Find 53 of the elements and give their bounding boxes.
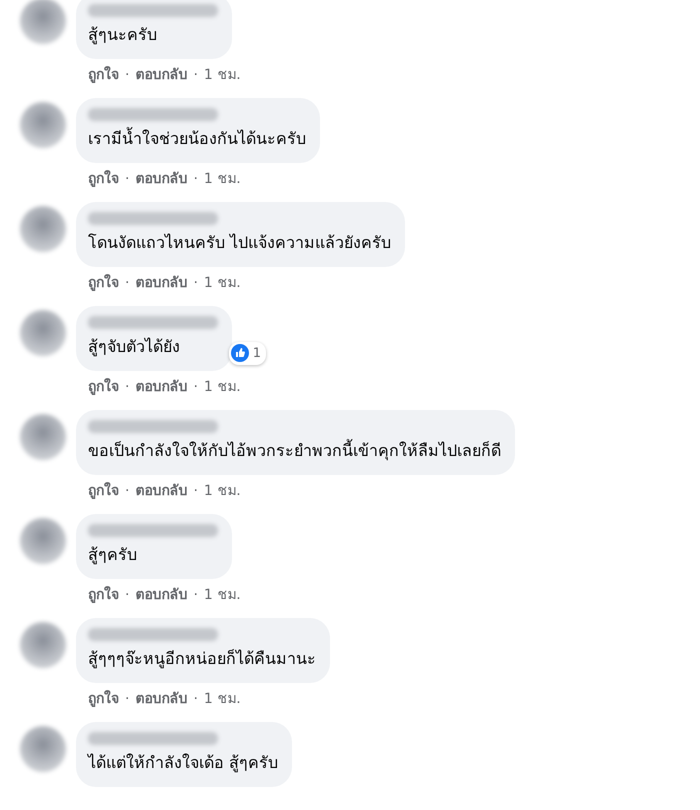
action-link[interactable]: ถูกใจ bbox=[88, 585, 119, 605]
avatar-placeholder[interactable] bbox=[20, 414, 66, 460]
separator-dot: · bbox=[124, 482, 130, 501]
separator-dot: · bbox=[124, 690, 130, 709]
timestamp: 1 ชม. bbox=[204, 274, 241, 293]
timestamp: 1 ชม. bbox=[204, 586, 241, 605]
like-icon bbox=[230, 344, 249, 362]
avatar-placeholder[interactable] bbox=[20, 518, 66, 564]
separator-dot: · bbox=[192, 274, 199, 293]
action-link[interactable]: ถูกใจ bbox=[88, 689, 119, 709]
avatar-placeholder[interactable] bbox=[20, 0, 66, 44]
avatar-placeholder[interactable] bbox=[20, 102, 66, 148]
separator-dot: · bbox=[192, 690, 199, 709]
comment-text: สู้ๆๆๆจ๊ะหนูอีกหน่อยก็ได้คืนมานะ bbox=[88, 648, 316, 670]
action-link[interactable]: ถูกใจ bbox=[88, 273, 119, 293]
action-link[interactable]: ตอบกลับ bbox=[135, 481, 188, 501]
timestamp: 1 ชม. bbox=[204, 482, 241, 501]
action-link[interactable]: ตอบกลับ bbox=[135, 273, 188, 293]
comment-text: สู้ๆจับตัวได้ยัง bbox=[88, 336, 181, 358]
action-link[interactable]: ถูกใจ bbox=[88, 481, 119, 501]
comment-text: สู้ๆนะครับ bbox=[88, 24, 158, 46]
separator-dot: · bbox=[192, 66, 199, 85]
comment-text: ได้แต่ให้กำลังใจเด้อ สู้ๆครับ bbox=[88, 752, 278, 774]
action-link[interactable]: ตอบกลับ bbox=[135, 585, 188, 605]
action-link[interactable]: ตอบกลับ bbox=[135, 65, 188, 85]
separator-dot: · bbox=[192, 482, 199, 501]
separator-dot: · bbox=[124, 170, 130, 189]
action-link[interactable]: ตอบกลับ bbox=[135, 689, 188, 709]
separator-dot: · bbox=[192, 170, 199, 189]
separator-dot: · bbox=[124, 66, 130, 85]
action-link[interactable]: ถูกใจ bbox=[88, 377, 119, 397]
action-link[interactable]: ตอบกลับ bbox=[135, 169, 188, 189]
comment-text: ขอเป็นกำลังใจให้กับไอ้พวกระยำพวกนี้เข้าคุกให้ลืมไปเลยก็ดี bbox=[88, 439, 501, 462]
action-link[interactable]: ถูกใจ bbox=[88, 169, 119, 189]
avatar-placeholder[interactable] bbox=[20, 310, 66, 356]
timestamp: 1 ชม. bbox=[204, 378, 241, 397]
separator-dot: · bbox=[192, 586, 199, 605]
timestamp: 1 ชม. bbox=[204, 690, 241, 709]
avatar-placeholder[interactable] bbox=[20, 206, 66, 252]
comment-text: โดนงัดแถวไหนครับ ไปแจ้งความแล้วยังครับ bbox=[88, 232, 392, 254]
reaction-count[interactable]: 1 bbox=[228, 342, 266, 365]
timestamp: 1 ชม. bbox=[204, 66, 241, 85]
separator-dot: · bbox=[192, 378, 199, 397]
timestamp: 1 ชม. bbox=[204, 170, 241, 189]
action-link[interactable]: ตอบกลับ bbox=[135, 377, 188, 397]
separator-dot: · bbox=[124, 274, 130, 293]
comment-text: เรามีน้ำใจช่วยน้องกันได้นะครับ bbox=[88, 127, 306, 150]
avatar-placeholder[interactable] bbox=[20, 726, 66, 772]
separator-dot: · bbox=[124, 378, 130, 397]
action-link[interactable]: ถูกใจ bbox=[88, 65, 119, 85]
avatar-placeholder[interactable] bbox=[20, 622, 66, 668]
comment-text: สู้ๆครับ bbox=[88, 544, 138, 566]
separator-dot: · bbox=[124, 586, 130, 605]
